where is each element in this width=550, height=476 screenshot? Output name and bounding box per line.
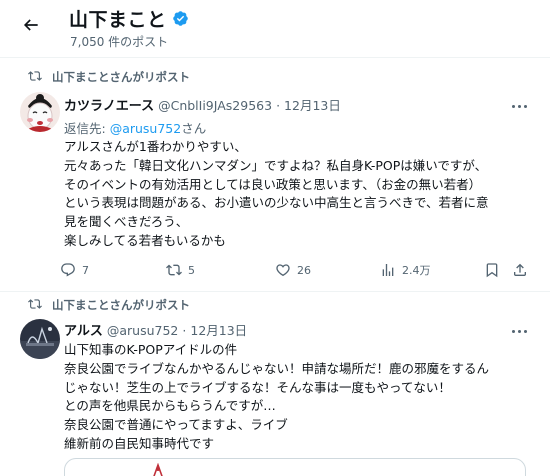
text-line: 楽しみしてる若者もいるかも <box>64 232 226 248</box>
reply-suffix: さん <box>181 121 207 136</box>
tweet[interactable]: 山下まことさんがリポスト カツラノエース @CnblIi9JAs29563 · … <box>0 59 550 292</box>
more-icon-dot <box>517 104 521 108</box>
text-line: じゃない！芝生の上でライブするな！そんな事は一度もやってない！ <box>64 379 451 395</box>
reply-to-handle[interactable]: @arusu752 <box>110 121 182 136</box>
tweet-text: アルスさんが1番わかりやすい、 元々あった「韓日文化ハンマダン」ですよね？私自身… <box>64 138 534 251</box>
bookmark-button[interactable] <box>484 262 500 278</box>
profile-title: 山下まこと <box>69 5 189 32</box>
reply-prefix: 返信先: <box>64 121 106 136</box>
repost-label: 山下まことさんがリポスト <box>52 70 190 84</box>
verified-badge-icon <box>172 10 189 27</box>
post-date[interactable]: 12月13日 <box>190 320 247 339</box>
avatar[interactable] <box>20 319 60 359</box>
text-line: 山下知事のK-POPアイドルの件 <box>64 342 238 357</box>
separator: · <box>182 323 187 338</box>
separator: · <box>276 98 281 113</box>
more-icon-dot <box>511 104 515 108</box>
action-bar: 7 5 26 2.4万 <box>60 262 526 280</box>
more-icon-dot <box>523 329 527 333</box>
post-date[interactable]: 12月13日 <box>284 95 341 114</box>
like-icon <box>276 264 290 277</box>
author-name[interactable]: アルス <box>64 320 103 339</box>
card-thumbnail-icon <box>153 463 163 476</box>
more-icon-dot <box>511 329 515 333</box>
tweet[interactable]: 山下まことさんがリポスト アルス @arusu752 · 12月13日 山下知事… <box>0 293 550 476</box>
post-count: 7,050 件のポスト <box>70 35 169 49</box>
repost-icon <box>28 299 42 309</box>
back-arrow-icon <box>23 19 38 31</box>
text-line: という表現は問題がある、お小遣いの少ない中高生と言うべきで、若者に意 <box>64 195 489 211</box>
profile-header: 山下まこと 7,050 件のポスト <box>0 0 550 58</box>
more-icon-dot <box>523 104 527 108</box>
text-line: 奈良公園で普通にやってますよ、ライブ <box>64 417 288 433</box>
back-button[interactable] <box>14 8 48 42</box>
tweet-meta: カツラノエース @CnblIi9JAs29563 · 12月13日 <box>64 95 341 114</box>
media-card[interactable] <box>64 458 526 476</box>
text-line: との声を他県民からもらうんですが… <box>64 398 276 414</box>
author-name[interactable]: カツラノエース <box>64 95 154 114</box>
bookmark-icon <box>486 263 498 278</box>
profile-name: 山下まこと <box>69 9 167 31</box>
repost-icon <box>166 264 182 276</box>
reply-context: 返信先: @arusu752さん <box>64 118 206 137</box>
views-icon <box>382 264 394 276</box>
share-button[interactable] <box>512 262 528 278</box>
more-button[interactable] <box>508 322 530 340</box>
repost-indicator: 山下まことさんがリポスト <box>28 297 190 313</box>
repost-indicator: 山下まことさんがリポスト <box>28 69 190 85</box>
text-line: そのイベントの有効活用としては良い政策と思います、（お金の無い若者） <box>64 176 482 192</box>
more-button[interactable] <box>508 97 530 115</box>
repost-label: 山下まことさんがリポスト <box>52 298 190 312</box>
views-button[interactable]: 2.4万 <box>380 262 431 278</box>
avatar-image <box>20 92 60 132</box>
tweet-meta: アルス @arusu752 · 12月13日 <box>64 320 247 339</box>
text-line: 奈良公園でライブなんかやるんじゃない！申請な場所だ！鹿の邪魔をするん <box>64 360 490 376</box>
text-line: 元々あった「韓日文化ハンマダン」ですよね？私自身K-POPは嫌いですが、 <box>64 157 488 173</box>
repost-button[interactable]: 5 <box>166 262 195 278</box>
reply-icon <box>61 263 75 277</box>
author-handle[interactable]: @arusu752 <box>107 323 179 338</box>
tweet-text: 山下知事のK-POPアイドルの件 奈良公園でライブなんかやるんじゃない！申請な場… <box>64 341 534 454</box>
text-line: 維新前の自民知事時代です <box>64 435 215 451</box>
text-line: 見を聞くべきだろう、 <box>64 214 189 230</box>
text-line: アルスさんが1番わかりやすい、 <box>64 139 247 154</box>
like-count: 26 <box>297 263 311 277</box>
like-button[interactable]: 26 <box>275 262 311 278</box>
repost-icon <box>28 71 42 81</box>
reply-button[interactable]: 7 <box>60 262 89 278</box>
reply-count: 7 <box>82 263 89 277</box>
avatar[interactable] <box>20 92 60 132</box>
views-count: 2.4万 <box>402 264 431 277</box>
share-icon <box>514 263 526 276</box>
more-icon-dot <box>517 329 521 333</box>
author-handle[interactable]: @CnblIi9JAs29563 <box>158 98 272 113</box>
avatar-image <box>20 319 60 359</box>
repost-count: 5 <box>188 263 195 277</box>
